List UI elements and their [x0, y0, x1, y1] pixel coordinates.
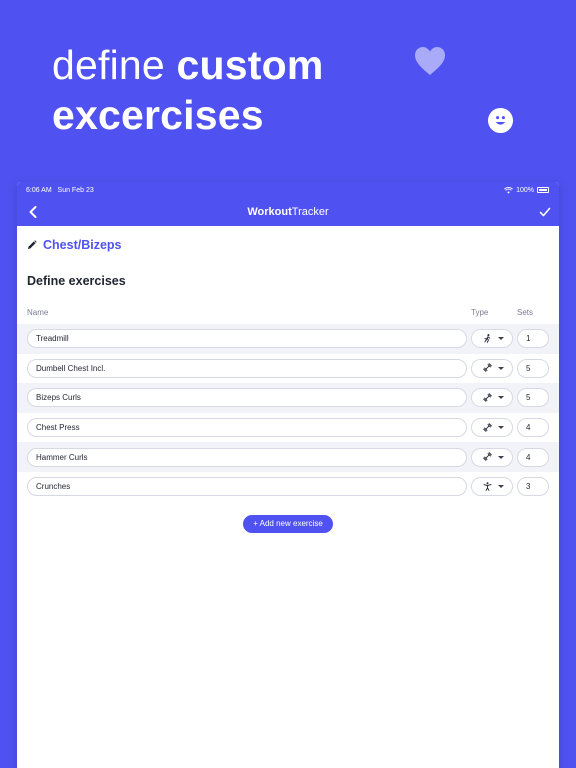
column-name: Name	[27, 307, 49, 317]
dumbbell-icon	[483, 448, 492, 466]
exercise-name-input[interactable]: Treadmill	[27, 329, 467, 349]
caret-down-icon	[498, 337, 504, 341]
exercise-type-select[interactable]	[471, 418, 513, 438]
dumbbell-icon	[483, 359, 492, 377]
exercise-row: Crunches 3	[17, 472, 559, 502]
column-header: Name Type Sets	[27, 305, 549, 319]
caret-down-icon	[498, 455, 504, 459]
battery-icon	[537, 187, 549, 193]
status-time: 6:06 AM	[26, 186, 52, 194]
exercise-row: Hammer Curls 4	[17, 442, 559, 472]
chevron-left-icon[interactable]	[27, 205, 39, 219]
dumbbell-icon	[483, 419, 492, 437]
exercise-sets-input[interactable]: 3	[517, 477, 549, 497]
exercise-sets-input[interactable]: 5	[517, 388, 549, 408]
running-icon	[483, 330, 492, 348]
app-title-regular: Tracker	[291, 206, 329, 218]
exercise-row: Dumbell Chest Incl. 5	[17, 354, 559, 384]
nav-bar: WorkoutTracker	[17, 198, 559, 226]
exercise-name-input[interactable]: Chest Press	[27, 418, 467, 438]
exercise-sets-input[interactable]: 4	[517, 447, 549, 467]
exercise-sets-input[interactable]: 4	[517, 418, 549, 438]
caret-down-icon	[498, 485, 504, 489]
workout-title: Chest/Bizeps	[43, 238, 122, 252]
exercise-row: Chest Press 4	[17, 413, 559, 443]
section-title: Define exercises	[27, 274, 126, 288]
pencil-icon	[28, 240, 37, 249]
exercise-name-input[interactable]: Crunches	[27, 477, 467, 497]
caret-down-icon	[498, 426, 504, 430]
caret-down-icon	[498, 396, 504, 400]
hero-headline: define custom excercises	[52, 40, 324, 140]
app-title-bold: Workout	[247, 206, 292, 218]
wifi-icon	[504, 186, 513, 194]
hero-light-text: define	[52, 42, 177, 88]
heart-icon	[415, 47, 445, 75]
exercise-type-select[interactable]	[471, 388, 513, 408]
status-date: Sun Feb 23	[57, 186, 94, 194]
exercise-type-select[interactable]	[471, 358, 513, 378]
exercise-type-select[interactable]	[471, 477, 513, 497]
device-screen: 6:06 AM Sun Feb 23 100% WorkoutTracker C…	[17, 182, 559, 768]
exercise-type-select[interactable]	[471, 447, 513, 467]
hero-second-line: excercises	[52, 92, 264, 138]
dumbbell-icon	[483, 389, 492, 407]
exercise-row: Treadmill 1	[17, 324, 559, 354]
exercise-name-input[interactable]: Dumbell Chest Incl.	[27, 358, 467, 378]
exercise-name-input[interactable]: Hammer Curls	[27, 447, 467, 467]
app-title: WorkoutTracker	[247, 206, 328, 218]
content-area: Chest/Bizeps Define exercises Name Type …	[17, 238, 559, 533]
status-bar: 6:06 AM Sun Feb 23 100%	[17, 182, 559, 198]
exercise-list: Treadmill 1 Dumbell Chest Incl. 5 Bizeps…	[17, 324, 559, 502]
workout-title-row[interactable]: Chest/Bizeps	[27, 238, 549, 252]
column-sets: Sets	[517, 307, 534, 317]
smiley-icon	[487, 107, 514, 134]
hero-bold-text: custom	[176, 42, 324, 88]
column-type: Type	[471, 307, 489, 317]
battery-percent: 100%	[516, 186, 534, 194]
exercise-type-select[interactable]	[471, 329, 513, 349]
checkmark-icon[interactable]	[539, 206, 551, 218]
add-exercise-button[interactable]: + Add new exercise	[243, 514, 333, 533]
exercise-row: Bizeps Curls 5	[17, 383, 559, 413]
body-icon	[483, 478, 492, 496]
caret-down-icon	[498, 366, 504, 370]
exercise-sets-input[interactable]: 5	[517, 358, 549, 378]
exercise-sets-input[interactable]: 1	[517, 329, 549, 349]
exercise-name-input[interactable]: Bizeps Curls	[27, 388, 467, 408]
